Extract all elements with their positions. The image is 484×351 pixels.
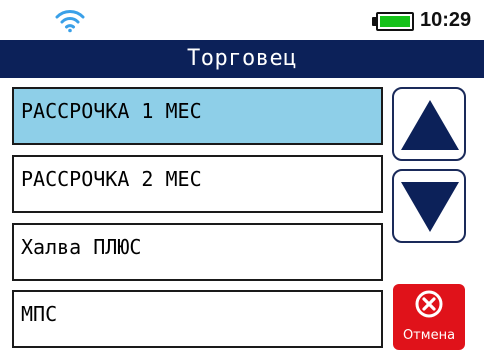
wifi-icon bbox=[55, 10, 85, 33]
battery-icon bbox=[376, 12, 414, 31]
clock: 10:29 bbox=[420, 9, 472, 31]
scroll-down-button[interactable] bbox=[392, 169, 466, 243]
list-item-halva-plus[interactable]: Халва ПЛЮС bbox=[12, 223, 383, 281]
close-circle-icon bbox=[415, 290, 443, 318]
cancel-button[interactable]: Отмена bbox=[393, 284, 465, 350]
list-item-label: Халва ПЛЮС bbox=[21, 235, 142, 259]
page-title: Торговец bbox=[0, 40, 484, 78]
status-bar: 10:29 bbox=[0, 0, 484, 40]
arrow-down-icon bbox=[401, 182, 459, 232]
arrow-up-icon bbox=[401, 100, 459, 150]
list-item-mps[interactable]: МПС bbox=[12, 290, 383, 348]
list-item-installment-1[interactable]: РАССРОЧКА 1 МЕС bbox=[12, 87, 383, 145]
cancel-button-label: Отмена bbox=[402, 328, 456, 343]
list-item-label: МПС bbox=[21, 302, 58, 326]
scroll-up-button[interactable] bbox=[392, 87, 466, 161]
list-item-installment-2[interactable]: РАССРОЧКА 2 МЕС bbox=[12, 155, 383, 213]
list-item-label: РАССРОЧКА 2 МЕС bbox=[21, 167, 202, 191]
list-item-label: РАССРОЧКА 1 МЕС bbox=[21, 99, 202, 123]
battery-level bbox=[380, 16, 410, 27]
